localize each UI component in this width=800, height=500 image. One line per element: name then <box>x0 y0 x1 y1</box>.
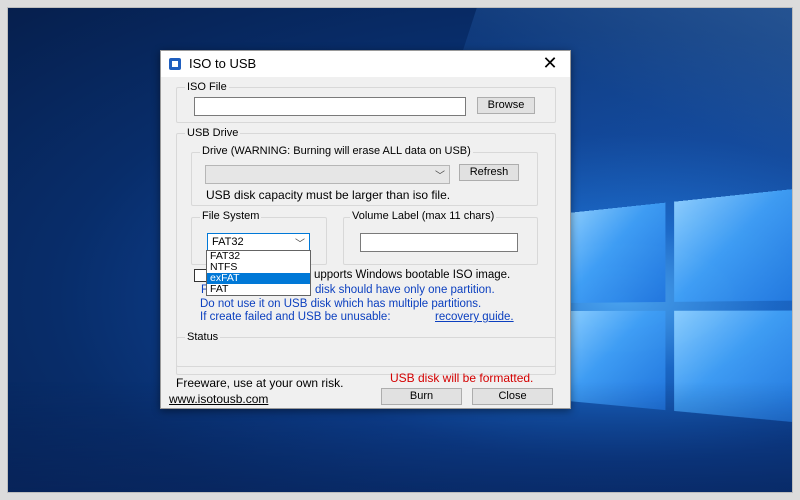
close-icon: ✕ <box>542 53 558 73</box>
volume-label-input[interactable] <box>360 233 518 252</box>
chevron-down-icon: ﹀ <box>435 171 445 182</box>
website-link[interactable]: www.isotousb.com <box>169 392 268 406</box>
iso-to-usb-window: ISO to USB ✕ ISO File Browse USB Drive D… <box>160 50 571 409</box>
drive-warning-legend: Drive (WARNING: Burning will erase ALL d… <box>200 145 473 157</box>
usb-drive-legend: USB Drive <box>185 127 241 139</box>
close-button[interactable]: Close <box>472 388 553 405</box>
recovery-guide-link[interactable]: recovery guide. <box>435 311 514 323</box>
bootable-label: upports Windows bootable ISO image. <box>314 269 511 281</box>
window-close-button[interactable]: ✕ <box>530 51 570 77</box>
refresh-button[interactable]: Refresh <box>459 164 519 181</box>
multi-partition-note: Do not use it on USB disk which has mult… <box>200 298 482 310</box>
chevron-down-icon: ﹀ <box>295 239 305 250</box>
capacity-note: USB disk capacity must be larger than is… <box>206 188 451 202</box>
file-system-legend: File System <box>200 210 262 222</box>
app-icon <box>169 58 181 70</box>
freeware-note: Freeware, use at your own risk. <box>176 376 344 390</box>
volume-label-legend: Volume Label (max 11 chars) <box>350 210 497 222</box>
browse-button[interactable]: Browse <box>477 97 535 114</box>
iso-file-path-input[interactable] <box>194 97 466 116</box>
iso-file-legend: ISO File <box>185 81 229 93</box>
burn-button[interactable]: Burn <box>381 388 462 405</box>
file-system-dropdown: FAT32 NTFS exFAT FAT <box>206 250 311 296</box>
drive-select[interactable]: ﹀ <box>205 165 450 184</box>
status-legend: Status <box>185 331 221 343</box>
partition-note: disk should have only one partition. <box>315 284 495 296</box>
recovery-note: If create failed and USB be unusable: <box>200 311 391 323</box>
title-bar[interactable]: ISO to USB ✕ <box>161 51 570 77</box>
status-group <box>176 337 556 367</box>
format-warning: USB disk will be formatted. <box>390 371 534 385</box>
window-title: ISO to USB <box>189 56 257 71</box>
file-system-option[interactable]: FAT <box>207 284 310 295</box>
